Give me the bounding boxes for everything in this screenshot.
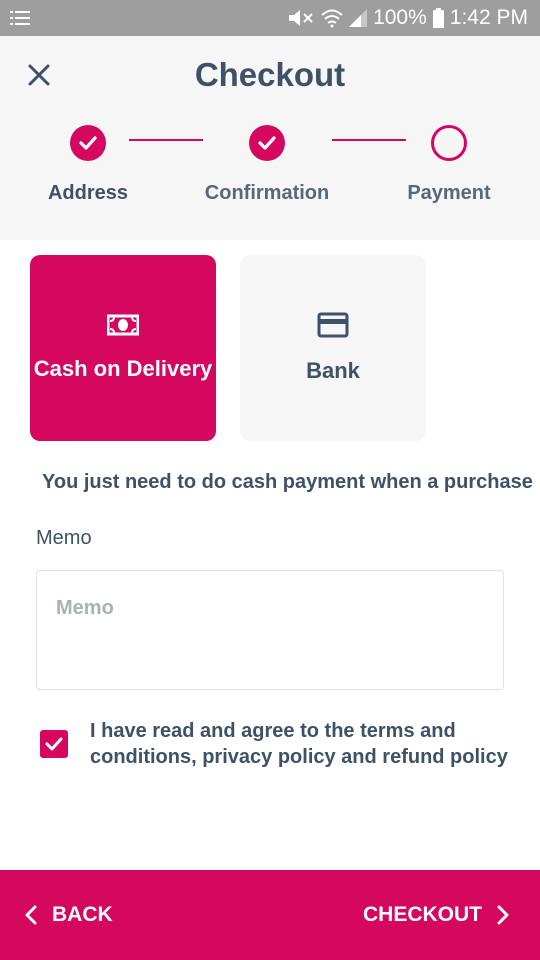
check-icon (45, 737, 63, 751)
status-bar: 100% 1:42 PM (0, 0, 540, 36)
memo-label: Memo (36, 527, 92, 549)
list-menu-icon (10, 10, 30, 26)
step-address-indicator (70, 125, 106, 161)
terms-checkbox[interactable] (40, 730, 68, 758)
payment-method-label: Cash on Delivery (33, 355, 213, 381)
checkout-button-label: CHECKOUT (363, 903, 482, 926)
battery-percent: 100% (373, 6, 427, 29)
checkout-button[interactable]: CHECKOUT (363, 870, 510, 960)
step-confirmation-indicator (249, 125, 285, 161)
battery-icon (432, 8, 444, 28)
step-payment-indicator (431, 125, 467, 161)
payment-method-bank[interactable]: Bank (240, 255, 426, 441)
step-label-address: Address (47, 182, 129, 204)
back-button[interactable]: BACK (24, 870, 113, 960)
step-label-confirmation: Confirmation (204, 182, 330, 204)
terms-agreement-text: I have read and agree to the terms and c… (90, 720, 508, 768)
payment-method-cash[interactable]: Cash on Delivery (30, 255, 216, 441)
back-button-label: BACK (52, 903, 113, 926)
check-icon (258, 136, 276, 150)
signal-icon (349, 9, 368, 27)
payment-info-text: You just need to do cash payment when a … (42, 471, 533, 493)
memo-input[interactable] (36, 570, 504, 690)
wifi-icon (321, 8, 343, 28)
step-connector (129, 139, 203, 141)
chevron-right-icon (497, 905, 509, 925)
step-label-payment: Payment (407, 182, 491, 204)
cash-icon (106, 314, 140, 341)
check-icon (79, 136, 97, 150)
mute-icon (287, 8, 315, 28)
footer-bar: BACK CHECKOUT (0, 870, 540, 960)
credit-card-icon (317, 312, 349, 343)
chevron-left-icon (25, 905, 37, 925)
clock: 1:42 PM (449, 6, 528, 29)
step-connector (332, 139, 406, 141)
page-title: Checkout (194, 56, 346, 93)
checkout-header: Checkout Address Confirmation Payment (0, 36, 540, 240)
payment-method-label: Bank (306, 357, 360, 383)
